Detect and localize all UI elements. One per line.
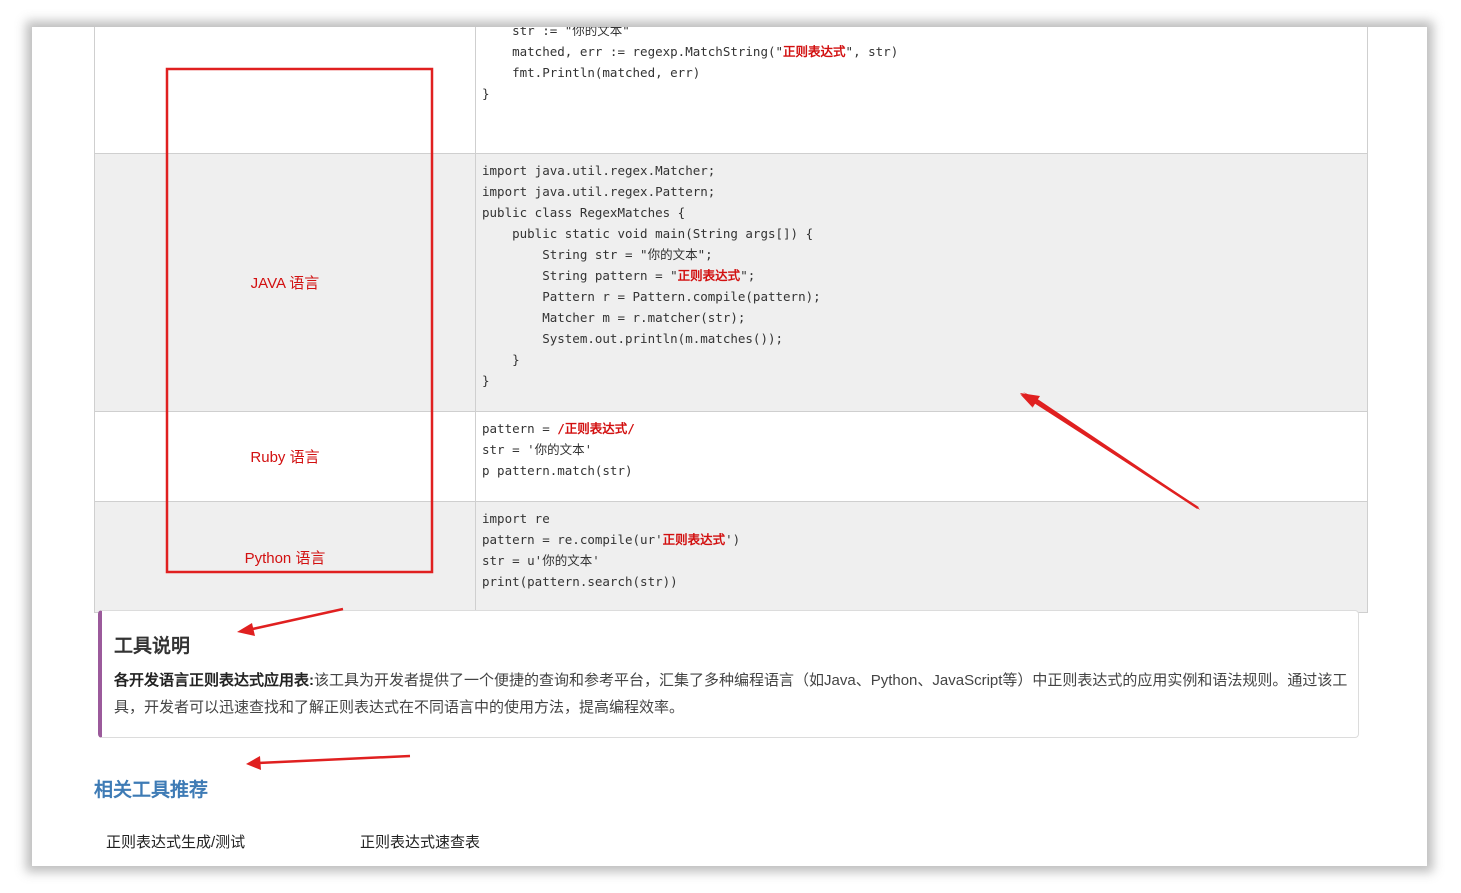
code-line: matched, err := regexp.MatchString("正则表达… (482, 41, 1367, 62)
tool-description-title: 工具说明 (114, 636, 191, 657)
code-text: matched, err := regexp.MatchString(" (482, 44, 784, 59)
table-row: Ruby 语言 pattern = /正则表达式/str = '你的文本' p p… (95, 411, 1367, 501)
code-line: pattern = re.compile(ur'正则表达式') (482, 529, 1367, 550)
language-cell: Ruby 语言 (95, 412, 476, 501)
tool-description-text: 各开发语言正则表达式应用表:该工具为开发者提供了一个便捷的查询和参考平台，汇集了… (114, 667, 1349, 721)
table-row: Python 语言 import re pattern = re.compile(… (95, 501, 1367, 612)
code-line: str = '你的文本' (482, 439, 1367, 460)
regex-highlight: /正则表达式/ (557, 421, 635, 436)
related-tools-title: 相关工具推荐 (94, 780, 209, 801)
code-line: } (482, 349, 1367, 370)
code-text: print(pattern.search(str)) (482, 574, 678, 589)
language-cell: JAVA 语言 (95, 154, 476, 411)
code-text: ", str) (845, 44, 899, 59)
code-text: } (482, 86, 490, 101)
code-cell: str := "你的文本" matched, err := regexp.Mat… (476, 27, 1367, 153)
code-line: p pattern.match(str) (482, 460, 1367, 481)
code-cell: import java.util.regex.Matcher; import ja… (476, 154, 1367, 411)
code-line: String pattern = "正则表达式"; (482, 265, 1367, 286)
code-text: import java.util.regex.Pattern; (482, 184, 716, 199)
language-cell (95, 27, 476, 153)
code-line: import java.util.regex.Matcher; (482, 160, 1367, 181)
code-text: import java.util.regex.Matcher; (482, 163, 716, 178)
code-cell: import re pattern = re.compile(ur'正则表达式')… (476, 502, 1367, 612)
code-line: str := "你的文本" (482, 27, 1367, 41)
regex-highlight: 正则表达式 (677, 268, 741, 283)
code-line: print(pattern.search(str)) (482, 571, 1367, 592)
code-text: import re (482, 511, 550, 526)
related-link-regex-cheatsheet[interactable]: 正则表达式速查表 (360, 831, 480, 852)
code-line: fmt.Println(matched, err) (482, 62, 1367, 83)
code-cell: pattern = /正则表达式/str = '你的文本' p pattern.m… (476, 412, 1367, 501)
code-text: } (482, 352, 520, 367)
tool-description-box: 工具说明 各开发语言正则表达式应用表:该工具为开发者提供了一个便捷的查询和参考平… (98, 610, 1359, 738)
regex-highlight: 正则表达式 (783, 44, 846, 59)
code-line: import java.util.regex.Pattern; (482, 181, 1367, 202)
regex-language-table: str := "你的文本" matched, err := regexp.Mat… (94, 27, 1368, 613)
code-text: str = u'你的文本' (482, 553, 600, 568)
code-text: ') (725, 532, 741, 547)
code-line: public static void main(String args[]) { (482, 223, 1367, 244)
table-row: JAVA 语言 import java.util.regex.Matcher; i… (95, 153, 1367, 411)
code-text: public class RegexMatches { (482, 205, 686, 220)
regex-highlight: 正则表达式 (662, 532, 726, 547)
table-row: str := "你的文本" matched, err := regexp.Mat… (95, 27, 1367, 153)
code-text: pattern = (482, 421, 558, 436)
tool-description-lead: 各开发语言正则表达式应用表: (114, 672, 314, 689)
code-text: System.out.println(m.matches()); (482, 331, 784, 346)
code-text: str := "你的文本" (482, 27, 630, 38)
code-line: System.out.println(m.matches()); (482, 328, 1367, 349)
code-text: p pattern.match(str) (482, 463, 633, 478)
language-cell: Python 语言 (95, 502, 476, 612)
code-line: pattern = /正则表达式/ (482, 418, 1367, 439)
code-text: } (482, 373, 490, 388)
code-text: pattern = re.compile(ur' (482, 532, 663, 547)
code-line: import re (482, 508, 1367, 529)
page-viewport: str := "你的文本" matched, err := regexp.Mat… (32, 27, 1427, 866)
code-text: public static void main(String args[]) { (482, 226, 814, 241)
related-link-regex-generator[interactable]: 正则表达式生成/测试 (106, 831, 245, 852)
code-line: String str = "你的文本"; (482, 244, 1367, 265)
code-line: Matcher m = r.matcher(str); (482, 307, 1367, 328)
code-line: Pattern r = Pattern.compile(pattern); (482, 286, 1367, 307)
code-text: Matcher m = r.matcher(str); (482, 310, 746, 325)
code-text: Pattern r = Pattern.compile(pattern); (482, 289, 821, 304)
code-line: public class RegexMatches { (482, 202, 1367, 223)
code-line: } (482, 83, 1367, 104)
code-text: fmt.Println(matched, err) (482, 65, 701, 80)
code-text: str = '你的文本' (482, 442, 593, 457)
code-text: String str = "你的文本"; (482, 247, 713, 262)
code-text: String pattern = " (482, 268, 678, 283)
code-text: "; (740, 268, 756, 283)
code-line: str = u'你的文本' (482, 550, 1367, 571)
code-line: } (482, 370, 1367, 391)
